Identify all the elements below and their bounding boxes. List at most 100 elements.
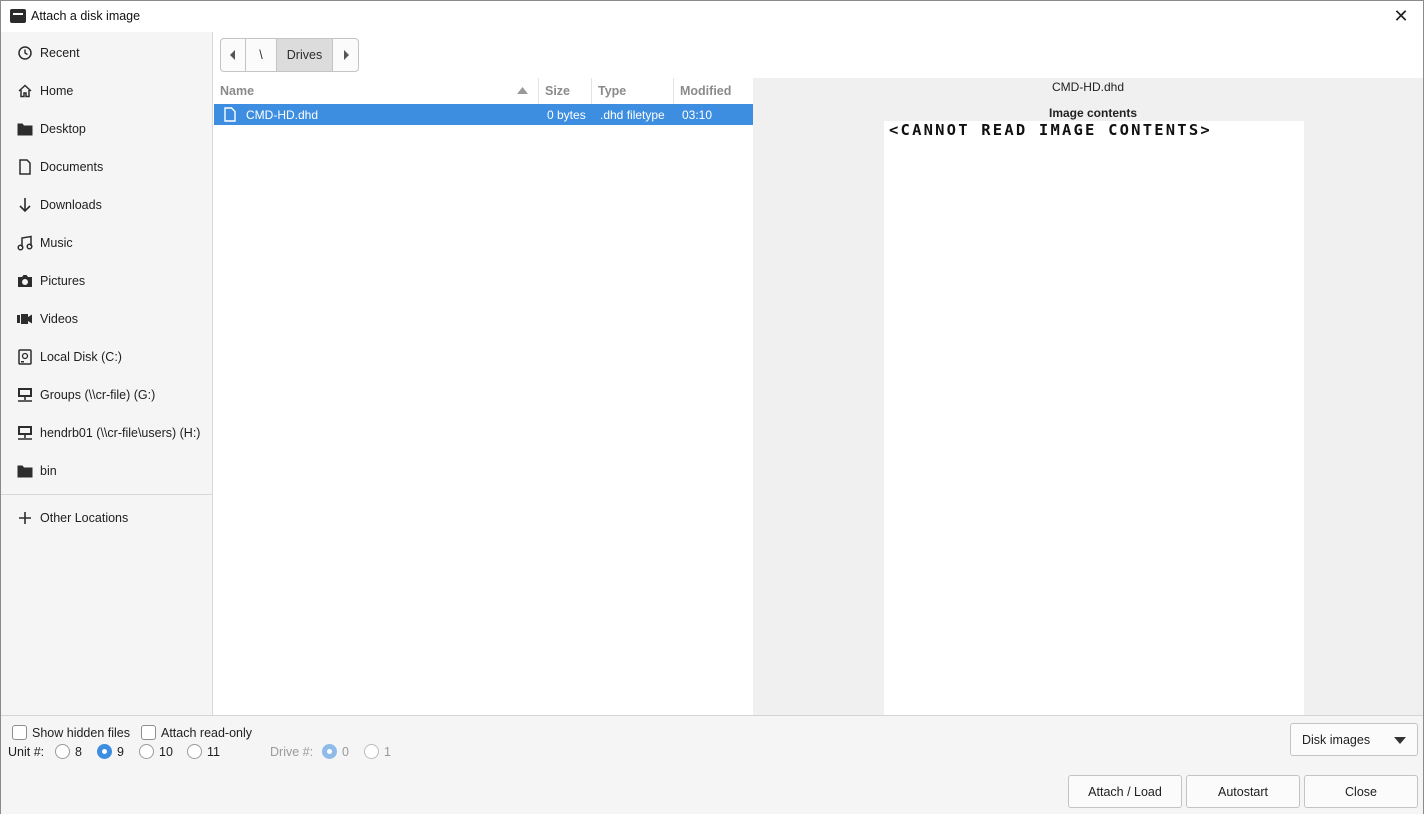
sidebar-item-label: Recent — [40, 46, 80, 60]
radio-label: 11 — [207, 744, 220, 759]
network-drive-icon — [16, 386, 34, 404]
download-icon — [16, 196, 34, 214]
sidebar-item-bin[interactable]: bin — [1, 452, 212, 490]
folder-icon — [16, 462, 34, 480]
sidebar-item-label: Home — [40, 84, 74, 98]
attach-read-only-checkbox[interactable]: Attach read-only — [141, 725, 252, 740]
close-button[interactable]: Close — [1304, 775, 1418, 808]
sidebar-item-label: Groups (\\cr-file) (G:) — [40, 388, 156, 402]
drive-label: Drive #: — [270, 745, 314, 759]
radio-dot — [97, 744, 112, 759]
sidebar-item-desktop[interactable]: Desktop — [1, 110, 212, 148]
places-sidebar: Recent Home Desktop Documents Downloads — [1, 32, 213, 715]
file-icon — [224, 107, 236, 122]
preview-pane: CMD-HD.dhd Image contents <CANNOT READ I… — [753, 78, 1423, 715]
file-list: Name Size Type Modified CMD-HD.dhd 0 byt… — [214, 78, 753, 715]
radio-dot — [364, 744, 379, 759]
home-icon — [16, 82, 34, 100]
radio-label: 1 — [384, 744, 391, 759]
radio-label: 0 — [342, 744, 349, 759]
unit-radio-10[interactable]: 10 — [139, 744, 173, 759]
checkbox-label: Show hidden files — [32, 725, 130, 740]
sidebar-item-home[interactable]: Home — [1, 72, 212, 110]
show-hidden-files-checkbox[interactable]: Show hidden files — [12, 725, 130, 740]
document-icon — [16, 158, 34, 176]
path-current-button[interactable]: Drives — [277, 39, 333, 71]
file-filter-dropdown[interactable]: Disk images — [1290, 723, 1418, 756]
radio-dot — [187, 744, 202, 759]
path-forward-button[interactable] — [333, 39, 358, 71]
path-back-button[interactable] — [221, 39, 246, 71]
attach-load-button[interactable]: Attach / Load — [1068, 775, 1182, 808]
radio-dot — [55, 744, 70, 759]
column-header-name[interactable]: Name — [214, 78, 539, 104]
title-bar: Attach a disk image ✕ — [1, 1, 1423, 32]
sidebar-item-label: Pictures — [40, 274, 86, 288]
dialog-window: Attach a disk image ✕ Recent Home Deskto… — [0, 0, 1424, 814]
unit-radio-8[interactable]: 8 — [55, 744, 82, 759]
sidebar-item-recent[interactable]: Recent — [1, 34, 212, 72]
column-header-type[interactable]: Type — [592, 78, 674, 104]
file-size: 0 bytes — [547, 108, 586, 122]
radio-label: 9 — [117, 744, 124, 759]
app-icon — [10, 9, 26, 23]
path-bar: \ Drives — [214, 32, 1423, 78]
path-button-group: \ Drives — [220, 38, 359, 72]
column-header-label: Size — [545, 84, 571, 98]
disk-icon — [16, 348, 34, 366]
sidebar-item-label: hendrb01 (\\cr-file\users) (H:) — [40, 426, 201, 440]
image-contents-box: <CANNOT READ IMAGE CONTENTS> — [884, 121, 1304, 715]
sidebar-item-music[interactable]: Music — [1, 224, 212, 262]
sidebar-item-downloads[interactable]: Downloads — [1, 186, 212, 224]
sidebar-item-pictures[interactable]: Pictures — [1, 262, 212, 300]
unit-radio-9[interactable]: 9 — [97, 744, 124, 759]
autostart-button[interactable]: Autostart — [1186, 775, 1300, 808]
radio-dot — [322, 744, 337, 759]
file-type: .dhd filetype — [600, 108, 665, 122]
unit-label: Unit #: — [8, 745, 45, 759]
window-title: Attach a disk image — [31, 9, 141, 23]
preview-label: Image contents — [1048, 106, 1138, 120]
path-root-button[interactable]: \ — [246, 39, 277, 71]
camera-icon — [16, 272, 34, 290]
checkbox-label: Attach read-only — [161, 725, 253, 740]
folder-icon — [16, 120, 34, 138]
chevron-left-icon — [230, 50, 235, 60]
sidebar-item-groups-drive[interactable]: Groups (\\cr-file) (G:) — [1, 376, 212, 414]
sidebar-item-videos[interactable]: Videos — [1, 300, 212, 338]
image-contents-text: <CANNOT READ IMAGE CONTENTS> — [889, 121, 1212, 139]
sidebar-item-local-disk[interactable]: Local Disk (C:) — [1, 338, 212, 376]
sidebar-item-label: Documents — [40, 160, 104, 174]
sidebar-item-label: Downloads — [40, 198, 102, 212]
file-filter-value: Disk images — [1302, 733, 1371, 747]
column-header-size[interactable]: Size — [539, 78, 592, 104]
file-modified: 03:10 — [682, 108, 713, 122]
sidebar-item-documents[interactable]: Documents — [1, 148, 212, 186]
sidebar-item-label: Music — [40, 236, 73, 250]
options-panel: Show hidden files Attach read-only Unit … — [1, 715, 1423, 814]
radio-label: 8 — [75, 744, 82, 759]
sidebar-item-other-locations[interactable]: Other Locations — [1, 499, 212, 537]
video-icon — [16, 310, 34, 328]
chevron-right-icon — [343, 50, 349, 60]
file-row[interactable]: CMD-HD.dhd 0 bytes .dhd filetype 03:10 — [214, 104, 753, 125]
column-header-label: Name — [220, 84, 255, 98]
sidebar-item-home-drive[interactable]: hendrb01 (\\cr-file\users) (H:) — [1, 414, 212, 452]
drive-radio-1[interactable]: 1 — [364, 744, 391, 759]
close-window-button[interactable]: ✕ — [1387, 3, 1415, 29]
close-icon: ✕ — [1393, 5, 1409, 26]
clock-icon — [16, 44, 34, 62]
file-name: CMD-HD.dhd — [246, 108, 319, 122]
unit-radio-11[interactable]: 11 — [187, 744, 220, 759]
checkbox-box — [12, 725, 27, 740]
column-header-modified[interactable]: Modified — [674, 78, 753, 104]
checkbox-box — [141, 725, 156, 740]
sidebar-item-label: Desktop — [40, 122, 86, 136]
sidebar-item-label: Videos — [40, 312, 78, 326]
preview-filename: CMD-HD.dhd — [1051, 80, 1124, 94]
sidebar-item-label: Local Disk (C:) — [40, 350, 122, 364]
drive-radio-0[interactable]: 0 — [322, 744, 349, 759]
plus-icon — [16, 509, 34, 527]
sidebar-item-label: Other Locations — [40, 511, 129, 525]
column-header-label: Type — [598, 84, 627, 98]
